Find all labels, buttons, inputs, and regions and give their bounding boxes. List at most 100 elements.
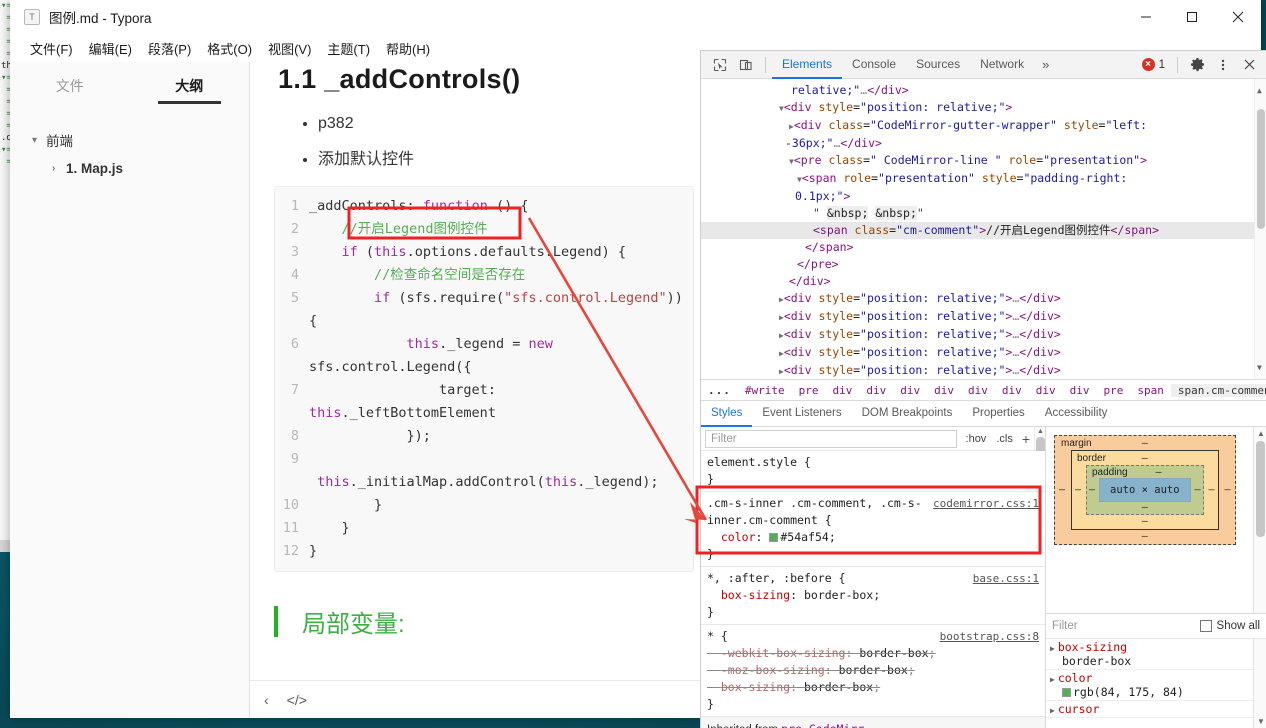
declaration-property[interactable]: color: [721, 530, 756, 544]
breadcrumb-item[interactable]: div: [961, 384, 995, 397]
dom-node[interactable]: ▼<div style="position: relative;">: [701, 99, 1266, 117]
box-model-margin[interactable]: margin – – – – border – – – – padding – …: [1054, 435, 1236, 545]
breadcrumb-item[interactable]: div: [927, 384, 961, 397]
rule-source-link[interactable]: bootstrap.css:8: [940, 628, 1039, 645]
tab-properties[interactable]: Properties: [962, 401, 1034, 427]
dom-node[interactable]: ▶<div style="position: relative;">…</div…: [701, 326, 1266, 344]
margin-left-value[interactable]: –: [1059, 485, 1065, 496]
computed-property-name[interactable]: box-sizing: [1058, 640, 1127, 654]
box-model-diagram[interactable]: margin – – – – border – – – – padding – …: [1046, 427, 1253, 613]
breadcrumb-item[interactable]: div: [893, 384, 927, 397]
dom-node[interactable]: ▶<div style="position: relative;">…</div…: [701, 344, 1266, 362]
tab-network[interactable]: Network: [970, 51, 1034, 79]
breadcrumb-item[interactable]: div: [1029, 384, 1063, 397]
declaration-property[interactable]: -moz-box-sizing: [721, 663, 825, 677]
scrollbar-thumb[interactable]: [1256, 441, 1265, 537]
breadcrumb-item[interactable]: pre: [792, 384, 826, 397]
hov-button[interactable]: :hov: [961, 433, 992, 445]
computed-property[interactable]: ▶ color rgb(84, 175, 84): [1046, 670, 1253, 701]
sidebar-tab-files[interactable]: 文件: [10, 62, 130, 110]
menu-edit[interactable]: 编辑(E): [81, 37, 140, 60]
outline-item-mapjs[interactable]: › 1. Map.js: [10, 154, 249, 182]
code-block[interactable]: 1 _addControls: function () { 2 //开启Legen…: [274, 185, 694, 572]
dom-node-selected[interactable]: <span class="cm-comment">//开启Legend图例控件<…: [701, 222, 1266, 239]
more-tabs-icon[interactable]: »: [1034, 57, 1057, 72]
dom-node[interactable]: relative;"…</div>: [701, 82, 1266, 99]
padding-top-value[interactable]: –: [1156, 467, 1162, 478]
tab-event-listeners[interactable]: Event Listeners: [752, 401, 851, 427]
device-toolbar-icon[interactable]: [733, 53, 759, 77]
rule-source-link[interactable]: codemirror.css:1: [933, 495, 1039, 512]
show-all-toggle[interactable]: Show all: [1199, 620, 1260, 632]
tab-console[interactable]: Console: [842, 51, 906, 79]
menu-file[interactable]: 文件(F): [22, 37, 81, 60]
new-style-rule-button[interactable]: +: [1018, 431, 1034, 447]
margin-right-value[interactable]: –: [1225, 485, 1231, 496]
style-rule[interactable]: bootstrap.css:8 * { -webkit-box-sizing: …: [701, 625, 1045, 717]
padding-left-value[interactable]: –: [1089, 485, 1095, 496]
declaration-property[interactable]: box-sizing: [721, 680, 790, 694]
inspect-element-icon[interactable]: [707, 53, 733, 77]
dom-node[interactable]: </div>: [701, 273, 1266, 290]
color-swatch[interactable]: [769, 533, 779, 542]
minimize-button[interactable]: [1123, 0, 1169, 34]
margin-bottom-value[interactable]: –: [1142, 531, 1148, 542]
rule-declaration-overridden[interactable]: box-sizing: border-box;: [707, 679, 1039, 696]
breadcrumb-item[interactable]: div: [826, 384, 860, 397]
gear-icon[interactable]: [1184, 53, 1210, 77]
computed-property-name[interactable]: cursor: [1058, 702, 1100, 716]
declaration-value[interactable]: border-box: [839, 663, 908, 677]
cls-button[interactable]: .cls: [991, 433, 1018, 445]
border-bottom-value[interactable]: –: [1142, 516, 1148, 527]
outline-item-frontend[interactable]: ▾ 前端: [10, 126, 249, 154]
menu-paragraph[interactable]: 段落(P): [140, 37, 199, 60]
styles-rules-list[interactable]: element.style { } codemirror.css:1 .cm-s…: [701, 451, 1045, 728]
dom-node[interactable]: 0.1px;">: [701, 188, 1266, 205]
rule-source-link[interactable]: base.css:1: [973, 570, 1039, 587]
chevron-right-icon[interactable]: ›: [52, 163, 66, 174]
sidebar-tab-outline[interactable]: 大纲: [130, 62, 250, 110]
dom-node[interactable]: ▼<pre class=" CodeMirror-line " role="pr…: [701, 152, 1266, 170]
tab-sources[interactable]: Sources: [906, 51, 970, 79]
declaration-value[interactable]: border-box: [859, 646, 928, 660]
chevron-left-icon[interactable]: ‹: [264, 692, 269, 708]
border-top-value[interactable]: –: [1142, 453, 1148, 464]
padding-right-value[interactable]: –: [1195, 485, 1201, 496]
rule-declaration-overridden[interactable]: -webkit-box-sizing: border-box;: [707, 645, 1039, 662]
source-code-icon[interactable]: </>: [287, 692, 307, 708]
checkbox-icon[interactable]: [1199, 620, 1212, 632]
menu-view[interactable]: 视图(V): [260, 37, 319, 60]
computed-properties-list[interactable]: ▶ box-sizing border-box ▶ color rgb(84, 17…: [1046, 639, 1253, 728]
declaration-property[interactable]: -webkit-box-sizing: [721, 646, 846, 660]
tab-elements[interactable]: Elements: [772, 51, 843, 79]
computed-property[interactable]: ▶ box-sizing border-box: [1046, 639, 1253, 670]
breadcrumb-item[interactable]: #write: [738, 384, 792, 397]
triangle-right-icon[interactable]: ▶: [1050, 675, 1055, 684]
rule-selector[interactable]: .cm-s-inner .cm-comment, .cm-s-inner.cm-…: [707, 495, 942, 529]
menu-help[interactable]: 帮助(H): [378, 37, 438, 60]
triangle-right-icon[interactable]: ▶: [1050, 644, 1055, 653]
margin-top-value[interactable]: –: [1142, 438, 1148, 449]
scroll-down-icon[interactable]: ▼: [1257, 717, 1265, 726]
style-rule[interactable]: element.style { }: [701, 451, 1045, 492]
breadcrumb-item[interactable]: ...: [701, 384, 738, 397]
dom-node[interactable]: ▶<div style="position: relative;">…</div…: [701, 308, 1266, 326]
dom-node[interactable]: -36px;"…</div>: [701, 135, 1266, 152]
breadcrumb-item[interactable]: pre: [1097, 384, 1131, 397]
dom-node[interactable]: ▶<div class="CodeMirror-gutter-wrapper" …: [701, 117, 1266, 135]
breadcrumb-item[interactable]: span: [1130, 384, 1171, 397]
dom-node[interactable]: ▶<div style="position: relative;">…</div…: [701, 290, 1266, 308]
triangle-right-icon[interactable]: ▶: [1050, 706, 1055, 715]
declaration-value[interactable]: #54af54: [780, 530, 828, 544]
dom-tree-scrollbar[interactable]: ▲ ▼: [1254, 79, 1266, 379]
inherited-target[interactable]: pre.CodeMirr…: [781, 722, 871, 728]
chevron-down-icon[interactable]: ▾: [32, 135, 46, 146]
breadcrumb-item[interactable]: div: [995, 384, 1029, 397]
breadcrumb-item-selected[interactable]: span.cm-comment: [1170, 383, 1266, 397]
styles-filter-input[interactable]: Filter: [705, 429, 957, 448]
tab-dom-breakpoints[interactable]: DOM Breakpoints: [852, 401, 963, 427]
dom-text-node[interactable]: " &nbsp; &nbsp;": [701, 205, 1266, 222]
box-model-content[interactable]: auto × auto: [1099, 478, 1191, 502]
maximize-button[interactable]: [1169, 0, 1215, 34]
computed-filter-input[interactable]: Filter: [1052, 620, 1194, 632]
